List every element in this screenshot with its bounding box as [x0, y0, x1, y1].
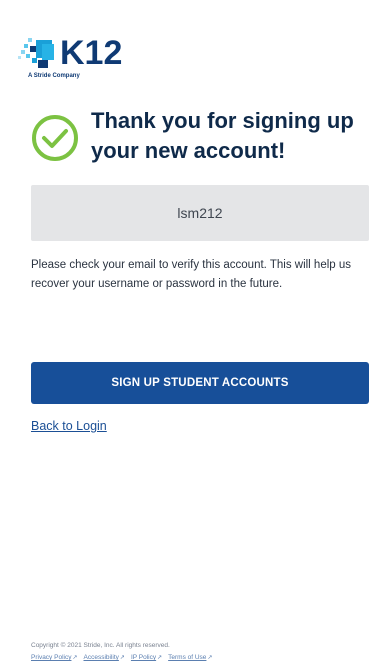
back-to-login-link[interactable]: Back to Login [31, 418, 107, 434]
external-link-icon: ↗ [119, 655, 125, 661]
ip-policy-link[interactable]: IP Policy↗ [131, 652, 162, 664]
check-circle-icon [32, 115, 78, 161]
privacy-policy-link[interactable]: Privacy Policy↗ [31, 652, 78, 664]
footer: Copyright © 2021 Stride, Inc. All rights… [31, 640, 376, 664]
external-link-icon: ↗ [207, 655, 213, 661]
k12-logo: K12 A Stride Company [16, 34, 141, 84]
accessibility-label: Accessibility [83, 654, 119, 661]
terms-of-use-label: Terms of Use [168, 654, 207, 661]
sign-up-student-accounts-button[interactable]: SIGN UP STUDENT ACCOUNTS [31, 362, 369, 404]
ip-policy-label: IP Policy [130, 654, 157, 661]
external-link-icon: ↗ [157, 655, 163, 661]
privacy-policy-label: Privacy Policy [31, 654, 72, 661]
username-value: lsm212 [177, 205, 223, 221]
terms-of-use-link[interactable]: Terms of Use↗ [168, 652, 212, 664]
footer-links: Privacy Policy↗ Accessibility↗ IP Policy… [31, 652, 376, 664]
logo-brand-text: K12 [60, 34, 123, 72]
copyright-text: Copyright © 2021 Stride, Inc. All rights… [31, 642, 170, 649]
confirmation-heading: Thank you for signing up your new accoun… [91, 108, 354, 163]
username-display: lsm212 [31, 185, 369, 241]
accessibility-link[interactable]: Accessibility↗ [84, 652, 125, 664]
external-link-icon: ↗ [72, 655, 78, 661]
logo-tagline: A Stride Company [28, 73, 80, 79]
verification-message: Please check your email to verify this a… [31, 259, 352, 290]
k12-cube-logo-icon [18, 38, 54, 68]
